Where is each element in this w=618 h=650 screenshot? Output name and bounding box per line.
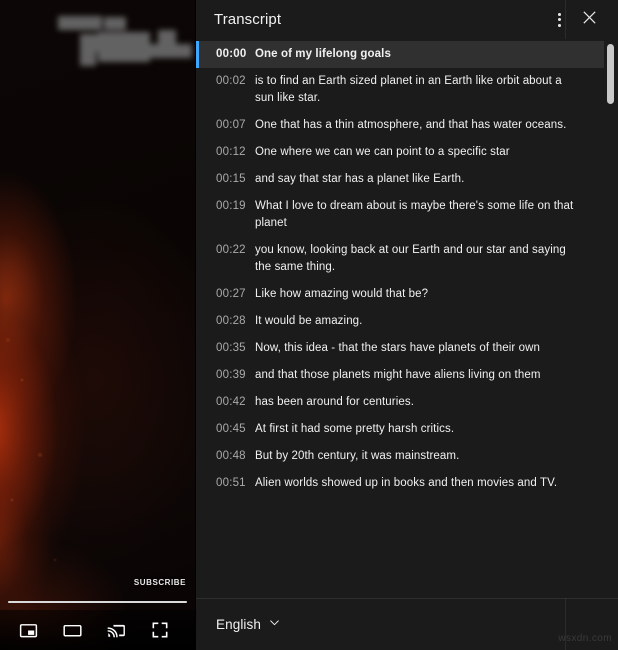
transcript-row-timestamp: 00:45 <box>216 423 246 435</box>
transcript-row[interactable]: 00:07 One that has a thin atmosphere, and… <box>196 112 604 139</box>
transcript-row-text: Like how amazing would that be? <box>255 288 429 300</box>
transcript-menu-button[interactable] <box>544 5 574 35</box>
transcript-row[interactable]: 00:15 and say that star has a planet like… <box>196 166 604 193</box>
transcript-row[interactable]: 00:28 It would be amazing. <box>196 308 604 335</box>
transcript-row-text: But by 20th century, it was mainstream. <box>255 450 460 462</box>
language-selector-label: English <box>216 617 261 632</box>
theater-mode-icon <box>62 620 83 641</box>
transcript-row-timestamp: 00:00 <box>216 48 247 60</box>
transcript-row-timestamp: 00:15 <box>216 173 246 185</box>
transcript-row-text: At first it had some pretty harsh critic… <box>255 423 455 435</box>
transcript-row-timestamp: 00:48 <box>216 450 246 462</box>
transcript-footer: English <box>196 598 618 650</box>
transcript-row-text: One of my lifelong goals <box>255 48 391 60</box>
fullscreen-button[interactable] <box>138 612 182 648</box>
transcript-scrollbar[interactable] <box>607 41 614 598</box>
transcript-row-timestamp: 00:35 <box>216 342 246 354</box>
video-progress-fill <box>8 601 187 603</box>
transcript-row-text: and that those planets might have aliens… <box>255 369 541 381</box>
transcript-row-text: has been around for centuries. <box>255 396 414 408</box>
transcript-panel: Transcript 00:00 One of my lifelong goals… <box>195 0 618 650</box>
transcript-row-timestamp: 00:12 <box>216 146 246 158</box>
youtube-watch-page: SUBSCRIBE Transcript 00:00 One of my lif… <box>0 0 618 650</box>
transcript-row[interactable]: 00:12 One where we can we can point to a … <box>196 139 604 166</box>
cast-icon <box>106 620 127 641</box>
transcript-row[interactable]: 00:39 and that those planets might have a… <box>196 362 604 389</box>
transcript-close-button[interactable] <box>574 5 604 35</box>
transcript-row-text: One where we can we can point to a speci… <box>255 146 510 158</box>
subscribe-button[interactable]: SUBSCRIBE <box>134 578 186 587</box>
transcript-row-text: Now, this idea - that the stars have pla… <box>255 342 541 354</box>
transcript-row[interactable]: 00:19 What I love to dream about is maybe… <box>196 193 604 237</box>
transcript-row-text: is to find an Earth sized planet in an E… <box>255 75 562 104</box>
transcript-row[interactable]: 00:42 has been around for centuries. <box>196 389 604 416</box>
transcript-row[interactable]: 00:51 Alien worlds showed up in books and… <box>196 470 604 497</box>
transcript-row[interactable]: 00:27 Like how amazing would that be? <box>196 281 604 308</box>
transcript-row-timestamp: 00:22 <box>216 244 246 256</box>
video-texture-overlay <box>0 0 195 650</box>
transcript-row-text: and say that star has a planet like Eart… <box>255 173 465 185</box>
transcript-row-text: Alien worlds showed up in books and then… <box>255 477 558 489</box>
transcript-title: Transcript <box>214 11 282 28</box>
transcript-list[interactable]: 00:00 One of my lifelong goals 00:02 is to … <box>196 39 618 598</box>
transcript-row-timestamp: 00:19 <box>216 200 246 212</box>
transcript-scrollbar-thumb[interactable] <box>607 44 614 104</box>
transcript-row-timestamp: 00:51 <box>216 477 246 489</box>
redacted-video-title <box>58 16 192 66</box>
transcript-row-text: One that has a thin atmosphere, and that… <box>255 119 567 131</box>
transcript-row-timestamp: 00:42 <box>216 396 246 408</box>
chevron-down-icon <box>268 616 281 634</box>
miniplayer-button[interactable] <box>6 612 50 648</box>
transcript-row-timestamp: 00:39 <box>216 369 246 381</box>
language-selector[interactable]: English <box>214 612 283 638</box>
cast-button[interactable] <box>94 612 138 648</box>
miniplayer-icon <box>18 620 39 641</box>
player-controls-bar <box>0 610 195 650</box>
video-progress-bar[interactable] <box>8 601 187 603</box>
more-vertical-icon <box>557 12 561 27</box>
video-player[interactable]: SUBSCRIBE <box>0 0 195 650</box>
transcript-row-timestamp: 00:07 <box>216 119 246 131</box>
transcript-row[interactable]: 00:48 But by 20th century, it was mainstr… <box>196 443 604 470</box>
transcript-row-text: It would be amazing. <box>255 315 363 327</box>
transcript-row[interactable]: 00:22 you know, looking back at our Earth… <box>196 237 604 281</box>
transcript-row[interactable]: 00:00 One of my lifelong goals <box>196 41 604 68</box>
transcript-row[interactable]: 00:02 is to find an Earth sized planet in… <box>196 68 604 112</box>
fullscreen-icon <box>150 620 170 640</box>
close-icon <box>581 9 598 31</box>
transcript-row-timestamp: 00:27 <box>216 288 246 300</box>
transcript-row-text: you know, looking back at our Earth and … <box>255 244 566 273</box>
transcript-row-timestamp: 00:02 <box>216 75 246 87</box>
transcript-row[interactable]: 00:35 Now, this idea - that the stars hav… <box>196 335 604 362</box>
theater-mode-button[interactable] <box>50 612 94 648</box>
transcript-row-timestamp: 00:28 <box>216 315 246 327</box>
transcript-row-text: What I love to dream about is maybe ther… <box>255 200 574 229</box>
transcript-header: Transcript <box>196 0 618 39</box>
transcript-row[interactable]: 00:45 At first it had some pretty harsh c… <box>196 416 604 443</box>
